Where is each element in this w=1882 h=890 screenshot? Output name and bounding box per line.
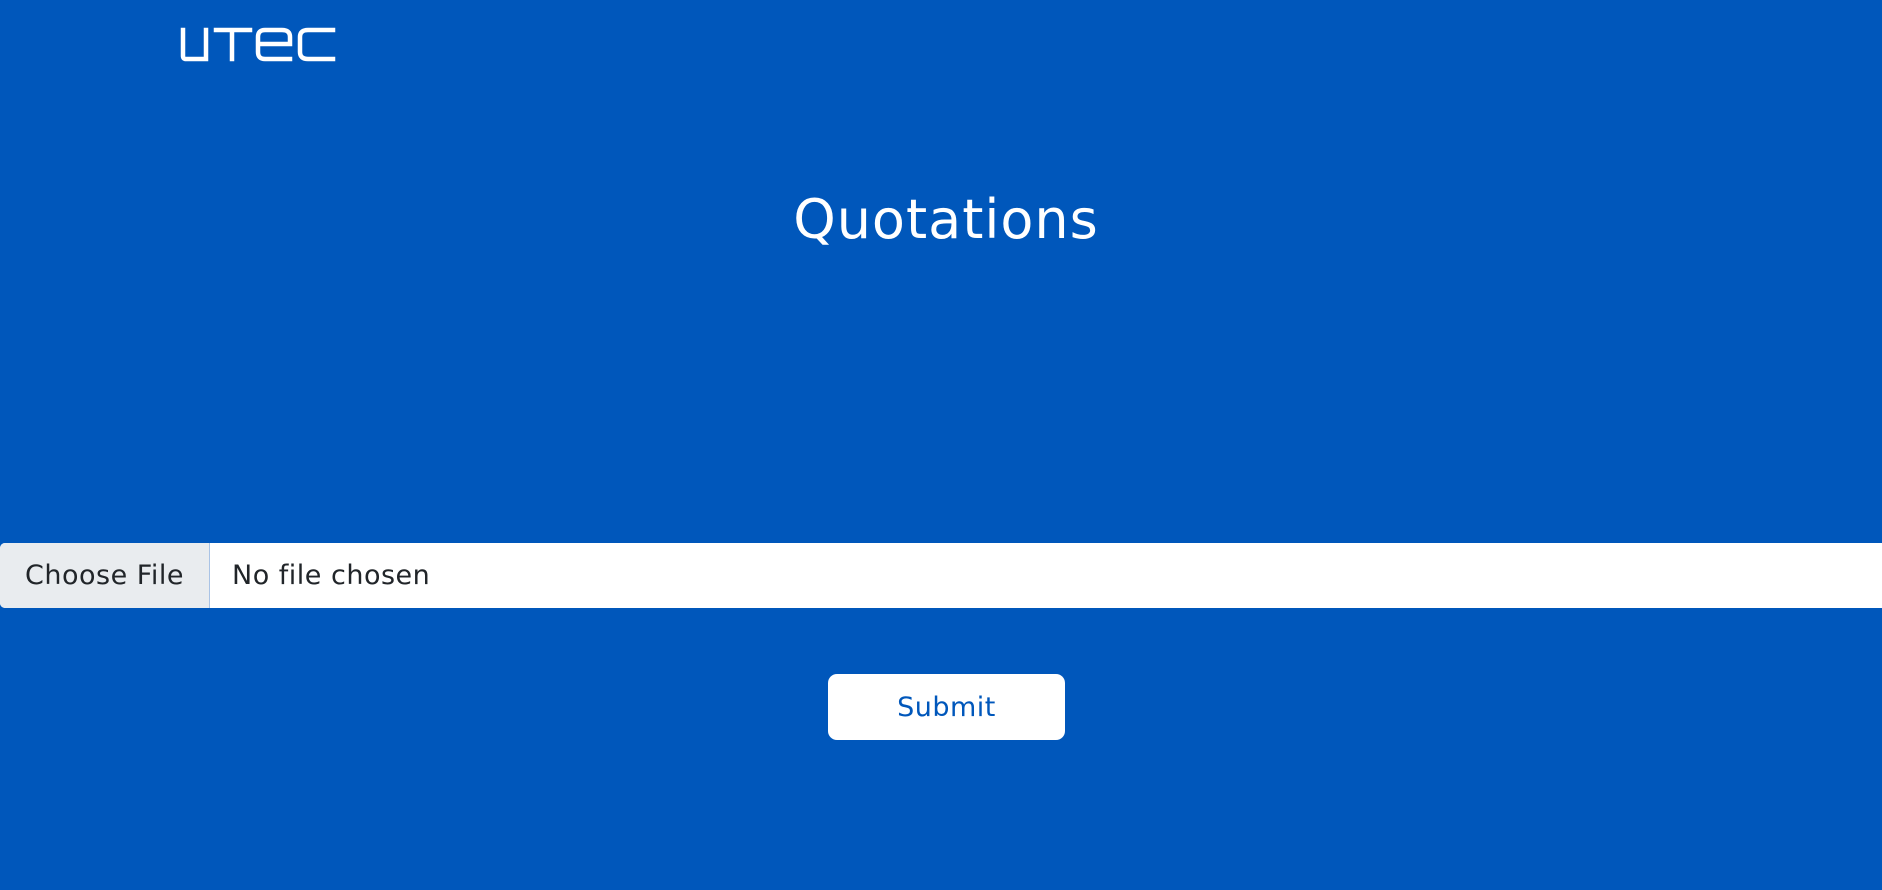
file-status-text: No file chosen <box>232 560 431 591</box>
page: Quotations Choose File No file chosen Su… <box>0 0 1882 890</box>
page-title: Quotations <box>793 188 1099 251</box>
utec-logo[interactable] <box>180 24 336 64</box>
utec-logo-icon <box>180 27 336 62</box>
choose-file-button[interactable]: Choose File <box>0 543 210 608</box>
submit-button[interactable]: Submit <box>828 674 1065 740</box>
file-upload-input[interactable]: Choose File No file chosen <box>0 543 1882 608</box>
